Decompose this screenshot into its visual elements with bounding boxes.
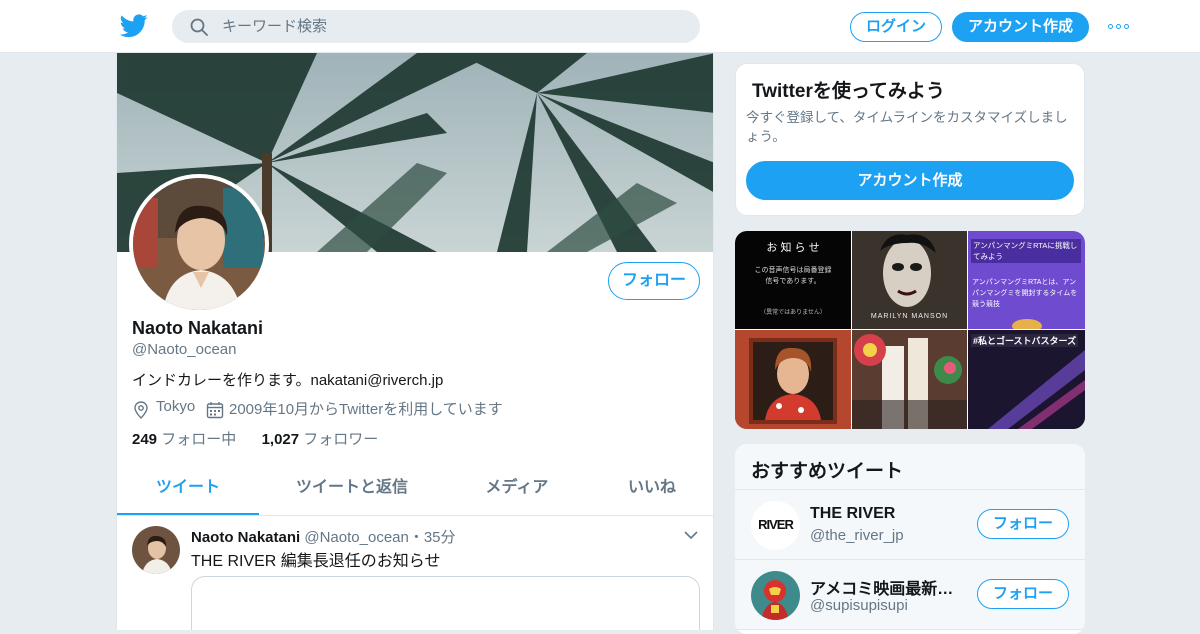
chevron-down-icon[interactable] — [684, 530, 698, 540]
recommended-header: おすすめツイート — [735, 444, 1085, 490]
profile-joined-date: 2009年10月からTwitterを利用しています — [229, 401, 503, 418]
recommended-follow-button[interactable]: フォロー — [977, 509, 1069, 539]
media-2-label: MARILYN MANSON — [870, 313, 949, 320]
profile-stats: 249 フォロー中 1,027 フォロワー — [132, 428, 378, 449]
tab-likes[interactable]: いいね — [589, 468, 713, 515]
recommended-account-name[interactable]: アメコミ映画最新情報 — [810, 575, 960, 599]
recommended-account-handle[interactable]: @the_river_jp — [810, 527, 904, 544]
signup-card-button[interactable]: アカウント作成 — [746, 161, 1074, 200]
media-grid: お 知 ら せ この音声信号は局番登録 信号であります。 （異常ではありません）… — [735, 231, 1085, 429]
tweet-author-handle[interactable]: @Naoto_ocean — [304, 529, 408, 546]
profile-name: Naoto Nakatani — [132, 318, 264, 338]
the-river-logo-text: RIVER — [758, 517, 794, 532]
media-6-title: #私とゴーストバスターズ — [971, 334, 1079, 347]
media-thumb-3[interactable]: アンパンマングミRTAに挑戦してみよう アンパンマングミRTAとは、アンパンマン… — [968, 231, 1085, 329]
media-thumb-6[interactable]: #私とゴーストバスターズ — [968, 330, 1085, 429]
signup-button[interactable]: アカウント作成 — [952, 12, 1089, 42]
tweet-link-card[interactable] — [191, 576, 700, 630]
search-icon — [190, 18, 208, 36]
tweet-author-name[interactable]: Naoto Nakatani — [191, 529, 300, 546]
followers-stat[interactable]: 1,027 フォロワー — [262, 431, 379, 448]
recommended-tweets-card: おすすめツイート RIVER THE RIVER @the_river_jp フ… — [735, 444, 1085, 634]
media-thumb-2[interactable]: MARILYN MANSON — [852, 231, 967, 329]
calendar-icon — [206, 402, 224, 419]
signup-card-description: 今すぐ登録して、タイムラインをカスタマイズしましょう。 — [746, 110, 1068, 144]
following-label: フォロー中 — [161, 431, 237, 448]
tab-media[interactable]: メディア — [445, 468, 589, 515]
media-3-body: アンパンマングミRTAとは、アンパンマングミを開封するタイムを競う競技 — [972, 279, 1078, 308]
login-button[interactable]: ログイン — [850, 12, 942, 42]
media-thumb-1[interactable]: お 知 ら せ この音声信号は局番登録 信号であります。 （異常ではありません） — [735, 231, 851, 329]
tweet-timestamp[interactable]: ・35分 — [409, 529, 456, 546]
tweet-item[interactable]: Naoto Nakatani @Naoto_ocean・35分 THE RIVE… — [117, 516, 713, 630]
media-thumb-5[interactable] — [852, 330, 967, 429]
media-3-title: アンパンマングミRTAに挑戦してみよう — [971, 239, 1081, 263]
tweet-avatar[interactable] — [132, 526, 180, 574]
recommended-account-handle[interactable]: @supisupisupi — [810, 597, 908, 614]
tab-tweets[interactable]: ツイート — [117, 468, 259, 515]
followers-count: 1,027 — [261, 431, 300, 448]
search-input[interactable] — [222, 10, 682, 43]
recommended-follow-button[interactable]: フォロー — [977, 579, 1069, 609]
following-stat[interactable]: 249 フォロー中 — [132, 431, 236, 448]
recommended-account-avatar[interactable] — [751, 571, 800, 620]
profile-bio: インドカレーを作ります。nakatani@riverch.jp — [132, 372, 444, 389]
followers-label: フォロワー — [303, 431, 379, 448]
follow-button[interactable]: フォロー — [608, 262, 700, 300]
following-count: 249 — [132, 431, 158, 448]
tweet-text: THE RIVER 編集長退任のお知らせ — [191, 553, 441, 570]
recommended-account-row[interactable]: RIVER THE RIVER @the_river_jp フォロー — [735, 490, 1085, 560]
search-box — [172, 10, 700, 43]
media-thumb-4[interactable] — [735, 330, 851, 429]
more-dots-icon[interactable] — [1108, 24, 1130, 30]
location-pin-icon — [134, 401, 148, 419]
profile-avatar[interactable] — [129, 174, 269, 314]
tab-tweets-and-replies[interactable]: ツイートと返信 — [259, 468, 445, 515]
profile-column: フォロー Naoto Nakatani @Naoto_ocean インドカレーを… — [116, 53, 714, 630]
tweet-header: Naoto Nakatani @Naoto_ocean・35分 — [191, 526, 456, 547]
top-navigation-bar: ログイン アカウント作成 — [0, 0, 1200, 53]
recommended-title: おすすめツイート — [751, 461, 904, 482]
recommended-account-name[interactable]: THE RIVER — [810, 505, 895, 523]
signup-card-title: Twitterを使ってみよう — [752, 81, 945, 102]
signup-prompt-card: Twitterを使ってみよう 今すぐ登録して、タイムラインをカスタマイズしましょ… — [735, 63, 1085, 216]
media-1-footnote: （異常ではありません） — [760, 310, 826, 316]
profile-handle[interactable]: @Naoto_ocean — [132, 341, 236, 358]
media-1-body: この音声信号は局番登録 信号であります。 — [754, 267, 832, 285]
profile-location: Tokyo — [156, 398, 196, 415]
media-1-title: お 知 ら せ — [766, 242, 820, 254]
twitter-bird-icon[interactable] — [120, 13, 148, 39]
recommended-account-avatar[interactable]: RIVER — [751, 501, 800, 550]
recommended-account-row[interactable]: アメコミ映画最新情報 @supisupisupi フォロー — [735, 560, 1085, 630]
profile-tabs: ツイート ツイートと返信 メディア いいね — [117, 468, 713, 516]
